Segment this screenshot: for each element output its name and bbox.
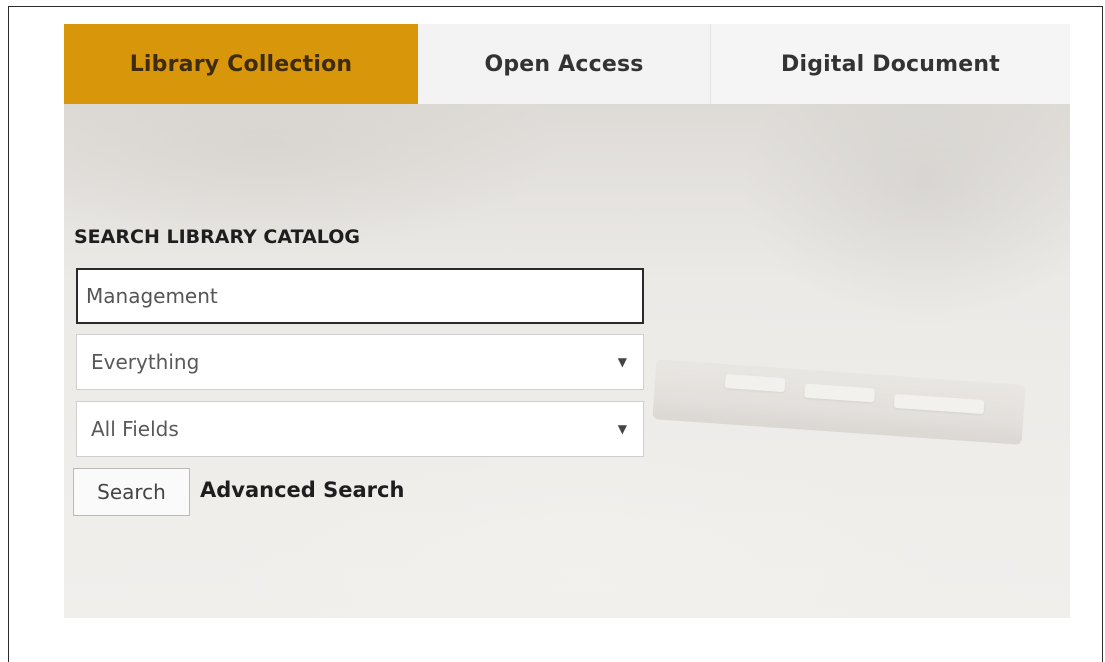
tab-digital-document[interactable]: Digital Document bbox=[710, 24, 1070, 104]
caret-down-icon: ▼ bbox=[617, 355, 627, 369]
library-search-widget: Library Collection Open Access Digital D… bbox=[64, 24, 1070, 618]
tab-library-collection[interactable]: Library Collection bbox=[64, 24, 418, 104]
search-panel: SEARCH LIBRARY CATALOG Everything ▼ All … bbox=[64, 104, 1070, 618]
search-button[interactable]: Search bbox=[73, 468, 190, 516]
tab-open-access[interactable]: Open Access bbox=[418, 24, 710, 104]
tab-label: Library Collection bbox=[129, 51, 353, 77]
scope-select-value: Everything bbox=[91, 350, 200, 374]
tab-label: Digital Document bbox=[781, 51, 1000, 77]
tab-bar: Library Collection Open Access Digital D… bbox=[64, 24, 1070, 104]
keyboard-key bbox=[804, 383, 876, 403]
keyboard-key bbox=[724, 374, 786, 393]
keyboard-background-image bbox=[652, 359, 1026, 445]
advanced-search-link[interactable]: Advanced Search bbox=[200, 478, 404, 502]
search-input[interactable] bbox=[76, 268, 644, 324]
tab-label: Open Access bbox=[484, 51, 644, 77]
scope-select[interactable]: Everything ▼ bbox=[76, 334, 644, 390]
caret-down-icon: ▼ bbox=[617, 422, 627, 436]
field-select[interactable]: All Fields ▼ bbox=[76, 401, 644, 457]
keyboard-key bbox=[893, 393, 985, 415]
field-select-value: All Fields bbox=[91, 417, 179, 441]
search-catalog-heading: SEARCH LIBRARY CATALOG bbox=[74, 226, 360, 248]
